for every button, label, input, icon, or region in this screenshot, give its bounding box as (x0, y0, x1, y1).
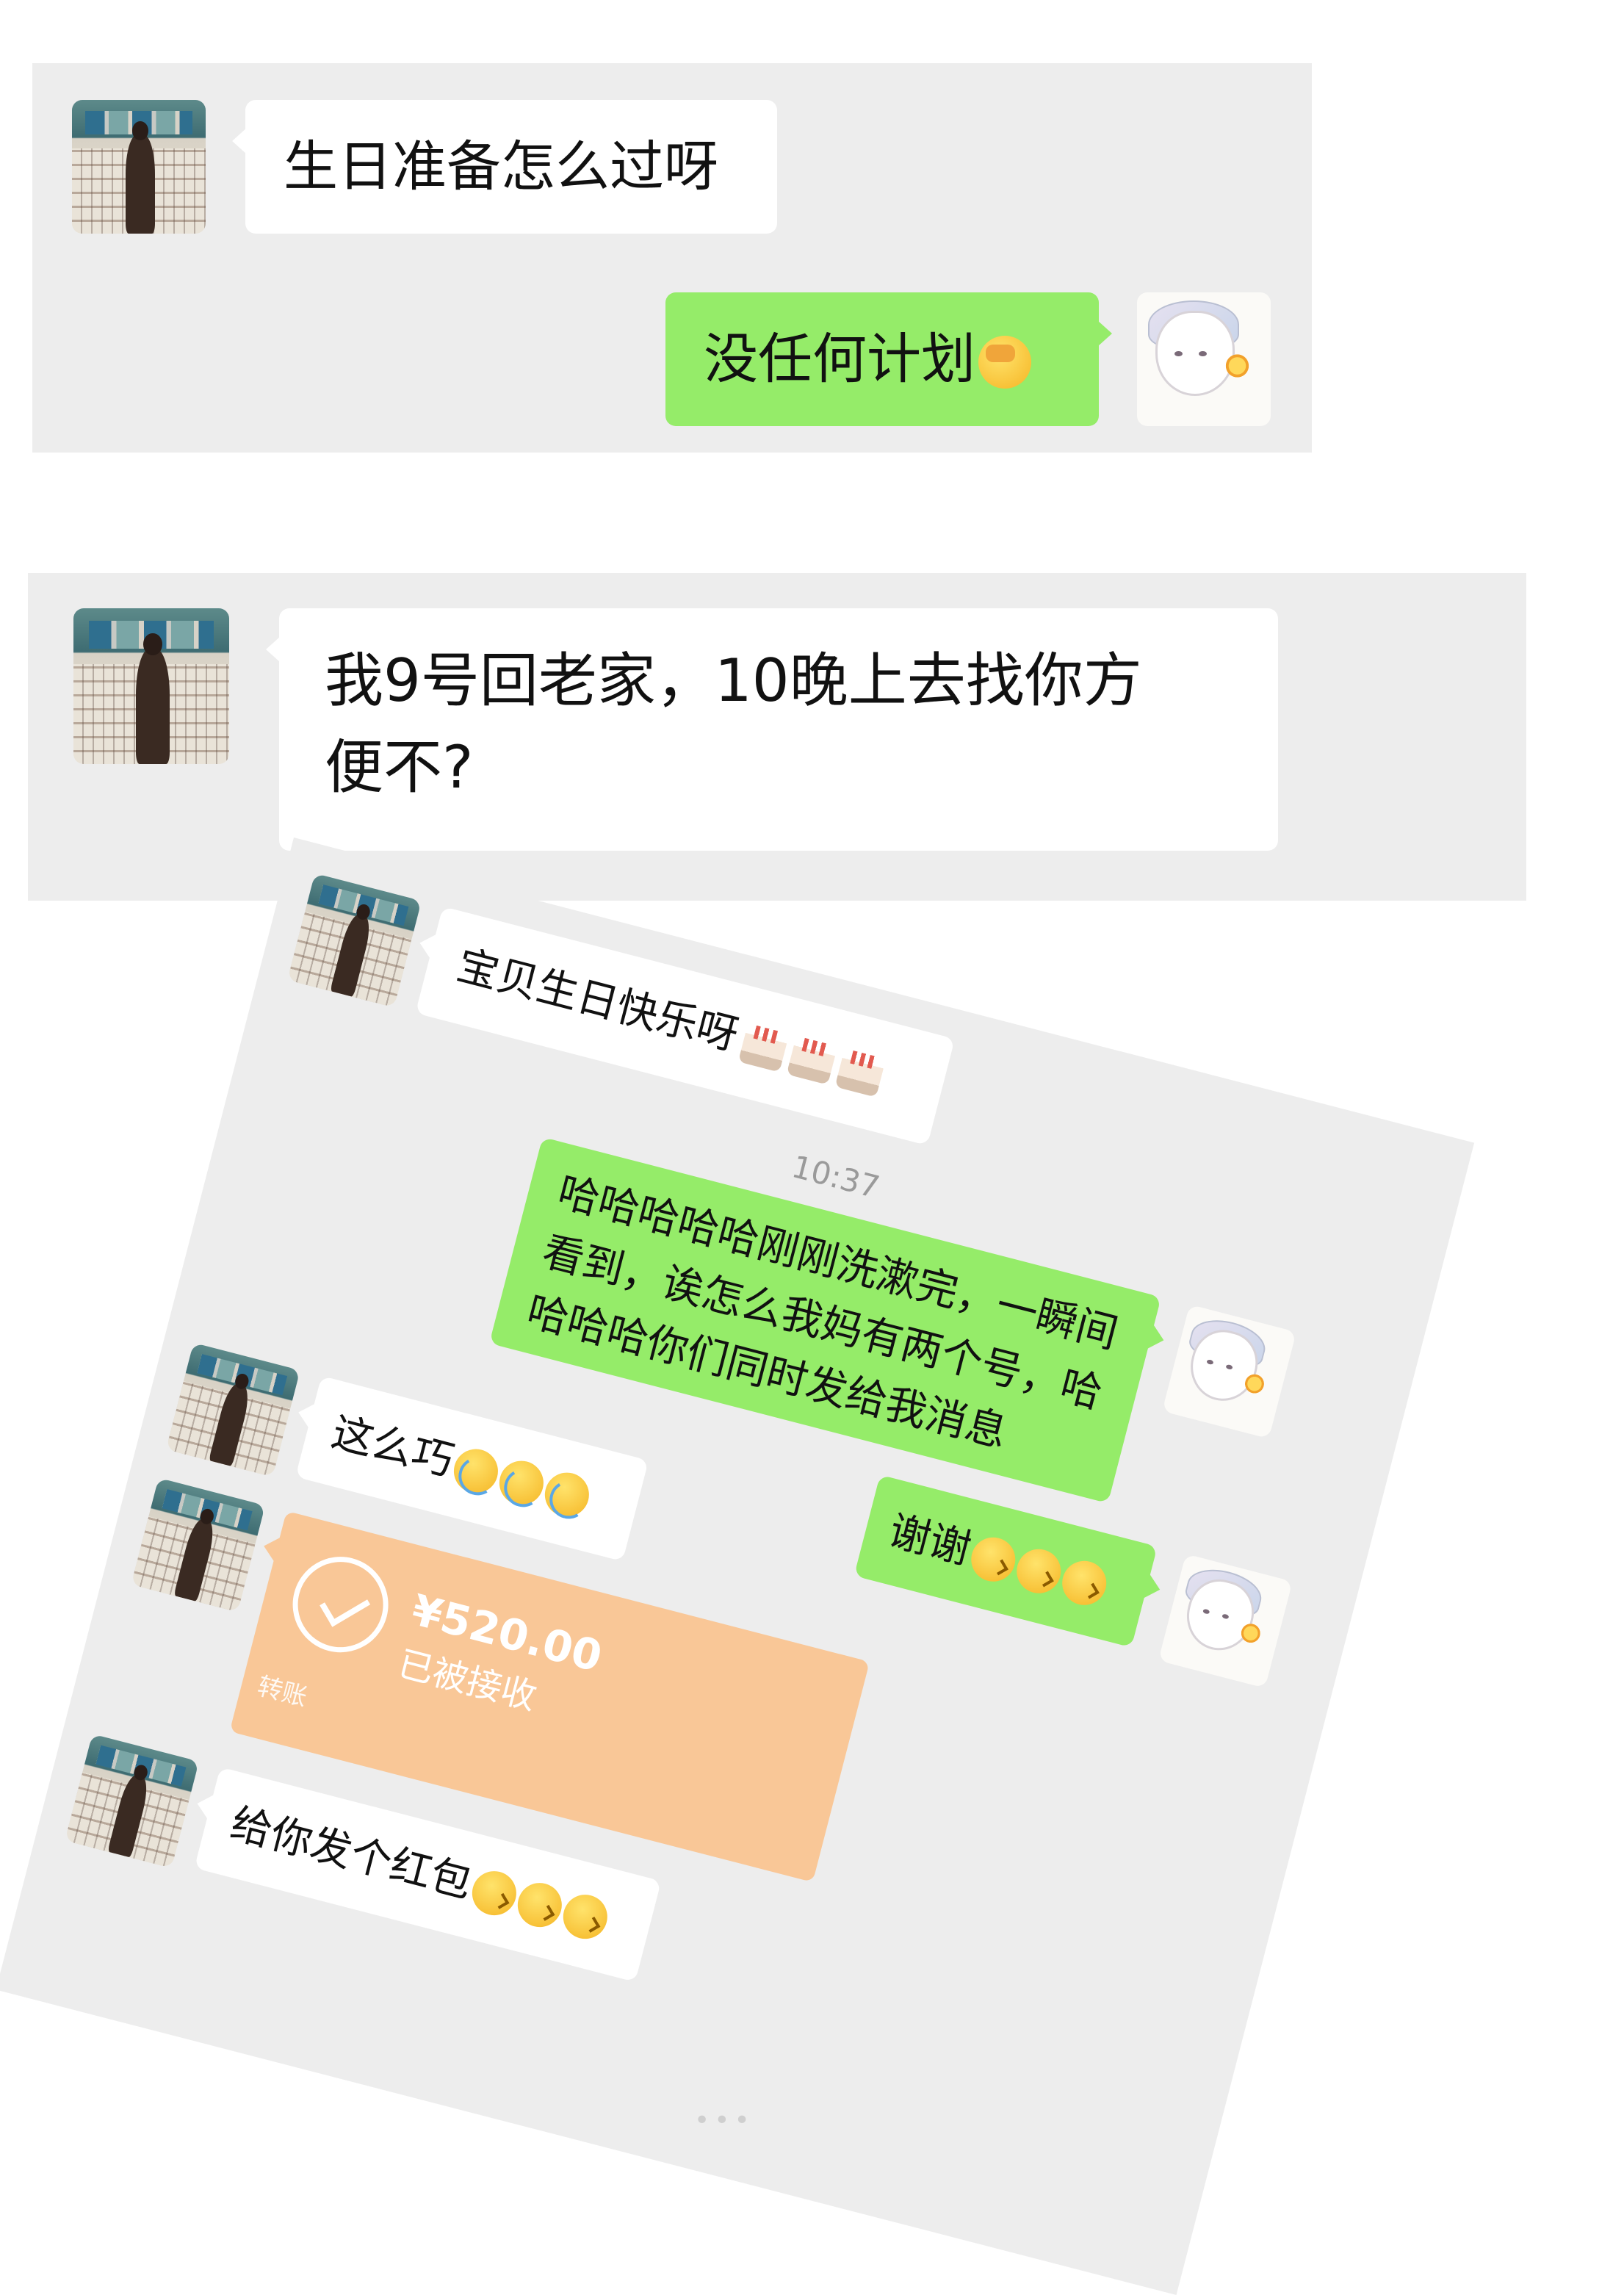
more-indicator: ••• (694, 2105, 754, 2136)
kiss-icon (966, 1532, 1020, 1587)
cake-icon (786, 1032, 839, 1085)
kiss-icon (513, 1878, 567, 1932)
message-text: 给你发个红包 (225, 1799, 477, 1908)
tears-of-joy-icon (494, 1455, 549, 1510)
contact-avatar[interactable] (287, 873, 422, 1008)
kiss-icon (1011, 1544, 1066, 1599)
chat-screenshot-middle: 我9号回老家，10晚上去找你方 便不? (28, 573, 1526, 901)
incoming-message-bubble[interactable]: 生日准备怎么过呀 (232, 100, 777, 234)
message-text: 宝贝生日快乐呀 (452, 941, 743, 1060)
message-text-line-2: 便不? (325, 733, 474, 801)
outgoing-message-bubble[interactable]: 谢谢 (853, 1474, 1163, 1648)
contact-avatar[interactable] (165, 1342, 300, 1477)
user-avatar[interactable] (1162, 1304, 1296, 1439)
kiss-icon (467, 1866, 522, 1920)
user-avatar[interactable] (1137, 292, 1271, 426)
contact-avatar[interactable] (73, 608, 229, 764)
kiss-icon (558, 1889, 613, 1944)
chat-screenshot-top: 生日准备怎么过呀 没任何计划 (32, 63, 1312, 453)
message-text: 谢谢 (884, 1507, 976, 1574)
tears-of-joy-icon (449, 1444, 503, 1498)
message-text: 没任何计划 (704, 328, 975, 391)
message-text: 这么巧 (327, 1408, 459, 1486)
cake-icon (834, 1045, 887, 1098)
outgoing-message-bubble[interactable]: 没任何计划 (665, 292, 1112, 426)
incoming-message-bubble[interactable]: 我9号回老家，10晚上去找你方 便不? (266, 608, 1278, 851)
user-avatar[interactable] (1158, 1554, 1293, 1688)
tears-of-joy-icon (540, 1467, 594, 1522)
contact-avatar[interactable] (65, 1734, 199, 1868)
cake-icon (737, 1020, 790, 1073)
message-text-line-1: 我9号回老家，10晚上去找你方 (325, 646, 1142, 715)
face-palm-icon (978, 336, 1031, 389)
rotated-chat-screenshot: 宝贝生日快乐呀 10:37 哈哈哈哈哈刚刚洗漱完，一瞬间 看到，诶怎么我妈有两个… (0, 837, 1475, 2295)
message-text: 生日准备怎么过呀 (284, 135, 718, 198)
contact-avatar[interactable] (131, 1477, 266, 1613)
kiss-icon (1057, 1556, 1111, 1610)
contact-avatar[interactable] (72, 100, 206, 234)
checkmark-icon (282, 1546, 399, 1663)
incoming-message-bubble[interactable]: 宝贝生日快乐呀 (415, 906, 956, 1146)
transfer-label: 转账 (254, 1671, 311, 1712)
